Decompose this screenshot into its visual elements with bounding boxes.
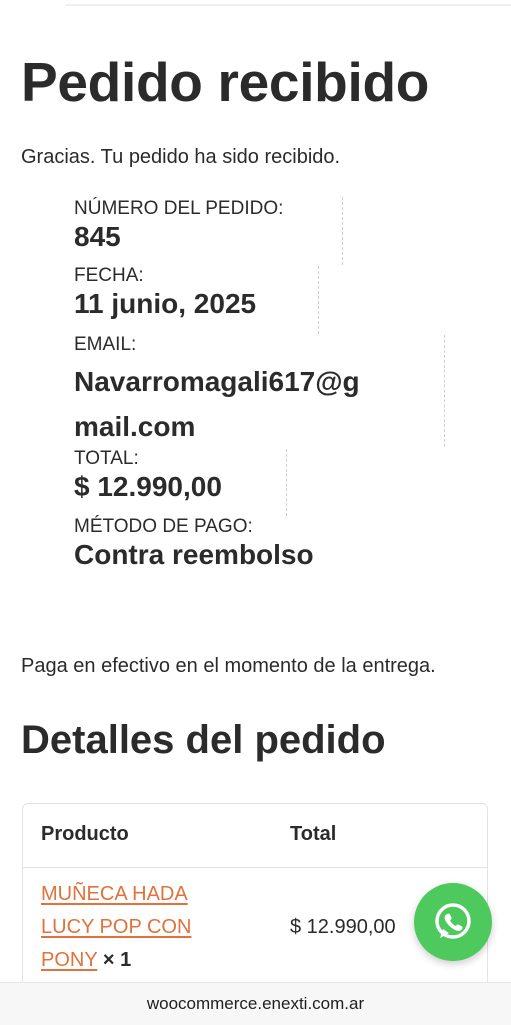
thank-you-message: Gracias. Tu pedido ha sido recibido. [21, 146, 341, 168]
header-divider [23, 867, 487, 868]
order-number-label: NÚMERO DEL PEDIDO: [74, 198, 284, 219]
column-header-total: Total [290, 823, 337, 845]
overview-date: FECHA: 11 junio, 2025 [74, 264, 256, 320]
column-header-product: Producto [41, 823, 129, 845]
overview-divider [318, 266, 319, 334]
total-label: TOTAL: [74, 448, 139, 469]
overview-divider [286, 449, 287, 516]
date-value: 11 junio, 2025 [74, 288, 257, 319]
overview-divider [342, 197, 343, 265]
overview-payment-method: MÉTODO DE PAGO: Contra reembolso [74, 515, 314, 571]
email-label: EMAIL: [74, 334, 137, 355]
email-value-line2: mail.com [74, 411, 196, 442]
overview-order-number: NÚMERO DEL PEDIDO: 845 [74, 197, 283, 253]
overview-email: EMAIL: Navarromagali617@g mail.com [74, 333, 360, 447]
email-value-line1: Navarromagali617@g [74, 366, 360, 397]
product-link-line3[interactable]: PONY [41, 949, 97, 971]
page-title: Pedido recibido [21, 51, 430, 113]
payment-instructions: Paga en efectivo en el momento de la ent… [21, 655, 436, 677]
product-link-line1[interactable]: MUÑECA HADA [41, 883, 188, 905]
table-row-product-cell: MUÑECA HADA LUCY POP CON PONY × 1 [41, 878, 261, 977]
order-number-value: 845 [74, 221, 121, 252]
product-quantity: × 1 [102, 949, 132, 971]
top-divider [65, 4, 511, 6]
date-label: FECHA: [74, 265, 144, 286]
order-details-title: Detalles del pedido [21, 718, 386, 762]
browser-url-bar[interactable]: woocommerce.enexti.com.ar [0, 982, 511, 1025]
table-row-total-cell: $ 12.990,00 [290, 916, 396, 938]
product-link-line2[interactable]: LUCY POP CON [41, 916, 191, 938]
overview-total: TOTAL: $ 12.990,00 [74, 447, 222, 503]
payment-method-value: Contra reembolso [74, 539, 314, 570]
whatsapp-button[interactable] [414, 883, 492, 961]
url-text: woocommerce.enexti.com.ar [146, 994, 365, 1013]
whatsapp-icon [435, 903, 471, 939]
total-value: $ 12.990,00 [74, 471, 222, 502]
overview-divider [444, 335, 445, 447]
payment-method-label: MÉTODO DE PAGO: [74, 516, 253, 537]
